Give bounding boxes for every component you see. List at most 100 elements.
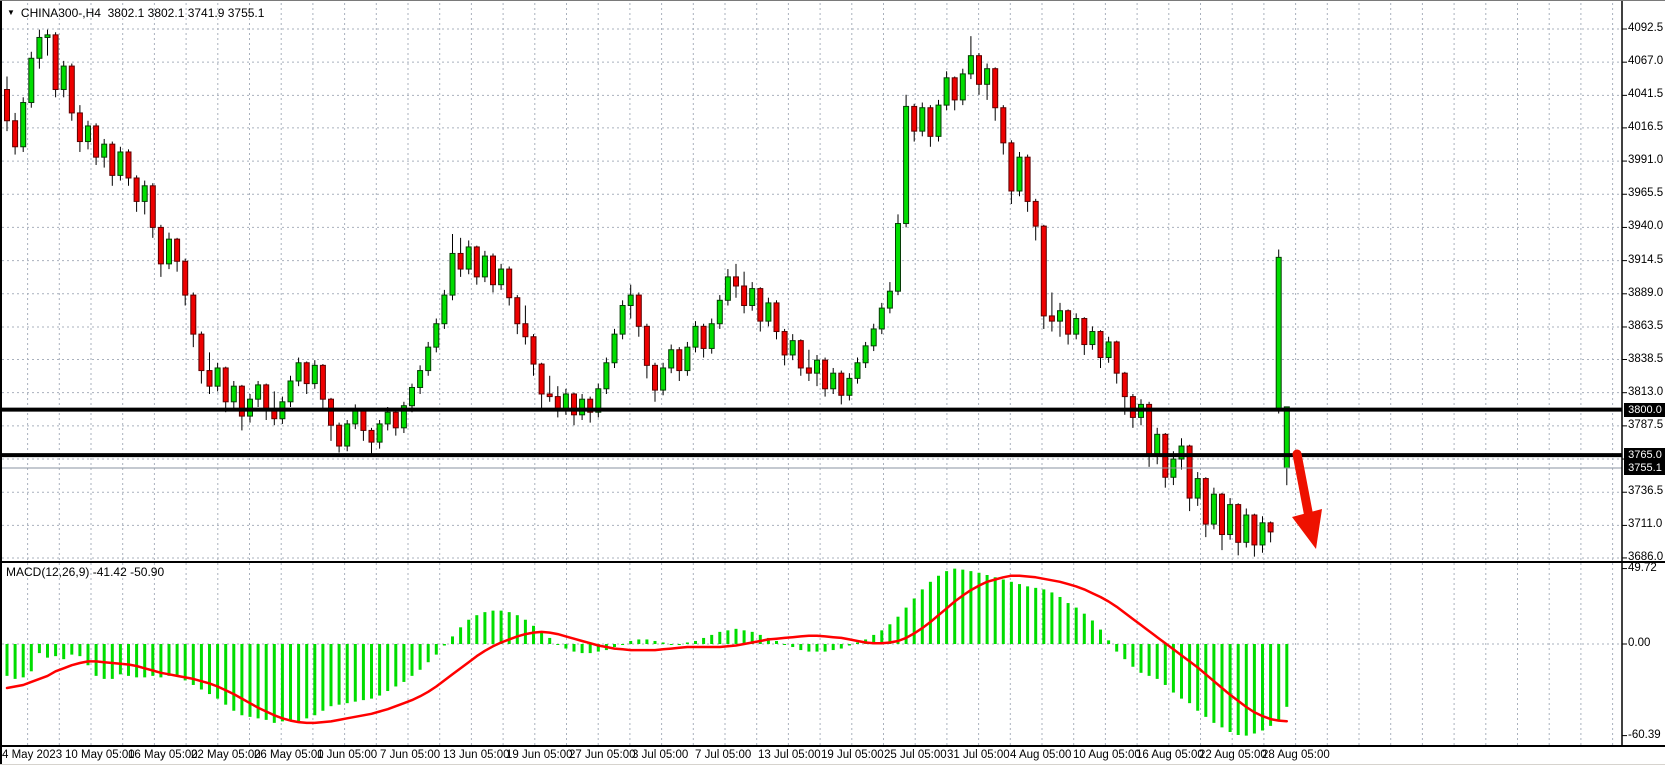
- candle-bull: [904, 106, 909, 223]
- candle-bull: [1074, 319, 1079, 335]
- candle-bear: [126, 152, 131, 178]
- candle-bull: [1211, 494, 1216, 524]
- time-label: 16 Aug 05:00: [1136, 749, 1204, 761]
- candle-bull: [1058, 311, 1063, 321]
- candle-bull: [377, 424, 382, 442]
- candle-bull: [661, 368, 666, 390]
- candle-bear: [369, 430, 374, 442]
- candle-bull: [960, 74, 965, 100]
- candle-bull: [685, 347, 690, 370]
- candle-bull: [1106, 342, 1111, 358]
- candle-bull: [563, 394, 568, 410]
- candle-bear: [239, 386, 244, 416]
- candle-bear: [191, 295, 196, 334]
- candle-bull: [879, 308, 884, 329]
- candle-bear: [734, 277, 739, 286]
- down-arrow-annotation[interactable]: [1297, 454, 1309, 517]
- macd-name: MACD(12,26,9): [6, 565, 89, 579]
- candle-bull: [985, 69, 990, 85]
- candle-bull: [790, 341, 795, 355]
- candle-bear: [150, 186, 155, 228]
- ohlc-quote-label: 3802.1 3802.1 3741.9 3755.1: [108, 6, 265, 20]
- candle-bear: [5, 90, 10, 121]
- price-tick-label: 4016.5: [1628, 121, 1663, 133]
- candle-bull: [29, 58, 34, 102]
- symbol-dropdown-icon[interactable]: ▼: [7, 8, 15, 17]
- candle-bear: [320, 365, 325, 399]
- candle-bear: [1122, 373, 1127, 396]
- candle-bear: [1082, 319, 1087, 345]
- candle-bear: [207, 371, 212, 387]
- candle-bear: [77, 113, 82, 142]
- candle-bull: [215, 368, 220, 386]
- candle-bull: [620, 306, 625, 335]
- candle-bear: [742, 286, 747, 306]
- candle-bear: [539, 364, 544, 394]
- candle-bear: [1114, 342, 1119, 373]
- candle-bull: [766, 303, 771, 321]
- candle-bear: [1049, 316, 1054, 321]
- time-label: 22 May 05:00: [191, 749, 261, 761]
- price-tick-label: 3889.0: [1628, 287, 1663, 299]
- candle-bear: [1098, 332, 1103, 358]
- candle-bull: [968, 56, 973, 74]
- candle-bull: [604, 363, 609, 389]
- candle-bull: [410, 387, 415, 405]
- candle-bull: [863, 346, 868, 363]
- candle-bull: [1284, 407, 1289, 468]
- candle-bull: [612, 334, 617, 363]
- candle-bear: [782, 332, 787, 355]
- candle-bear: [13, 121, 18, 147]
- candle-bear: [1130, 397, 1135, 418]
- candle-bear: [798, 341, 803, 368]
- candle-bear: [644, 326, 649, 365]
- candle-bull: [628, 295, 633, 305]
- chart-canvas[interactable]: [0, 1, 1665, 765]
- candle-bear: [515, 298, 520, 324]
- candle-bear: [491, 256, 496, 285]
- candle-bull: [442, 295, 447, 324]
- candle-bull: [1017, 157, 1022, 191]
- time-label: 7 Jun 05:00: [380, 749, 440, 761]
- candle-bull: [1228, 505, 1233, 535]
- candle-bear: [1001, 108, 1006, 143]
- time-label: 3 Jul 05:00: [632, 749, 688, 761]
- candle-bull: [717, 300, 722, 323]
- macd-tick-label: 49.72: [1628, 562, 1657, 574]
- time-label: 27 Jun 05:00: [569, 749, 636, 761]
- candle-bull: [21, 103, 26, 147]
- candle-bull: [37, 37, 42, 58]
- candle-bull: [102, 144, 107, 157]
- candle-bull: [312, 365, 317, 383]
- candle-bear: [183, 261, 188, 295]
- candle-bear: [361, 410, 366, 431]
- candle-bear: [993, 69, 998, 108]
- candle-bull: [1244, 515, 1249, 542]
- candle-bull: [1260, 523, 1265, 545]
- candle-bull: [693, 326, 698, 347]
- price-tick-label: 4067.0: [1628, 55, 1663, 67]
- candle-bear: [175, 239, 180, 261]
- candle-bear: [69, 66, 74, 113]
- candle-bull: [142, 186, 147, 202]
- candle-bull: [750, 289, 755, 306]
- candle-bear: [839, 373, 844, 395]
- candle-bull: [45, 35, 50, 38]
- candle-bull: [1276, 257, 1281, 409]
- candle-bull: [353, 410, 358, 424]
- candle-bear: [1147, 404, 1152, 453]
- candle-bull: [855, 363, 860, 379]
- candle-bull: [296, 363, 301, 381]
- down-arrow-head[interactable]: [1292, 509, 1322, 549]
- candle-bull: [871, 329, 876, 346]
- candle-bull: [256, 385, 261, 399]
- candle-bear: [158, 227, 163, 263]
- chart-title: ▼CHINA300-,H4 3802.1 3802.1 3741.9 3755.…: [7, 6, 264, 20]
- candle-bear: [1041, 226, 1046, 316]
- price-tick-label: 3965.5: [1628, 187, 1663, 199]
- candle-bull: [580, 399, 585, 415]
- candle-bear: [1009, 143, 1014, 191]
- time-label: 10 May 05:00: [65, 749, 135, 761]
- candle-bear: [199, 334, 204, 370]
- candle-bull: [426, 347, 431, 370]
